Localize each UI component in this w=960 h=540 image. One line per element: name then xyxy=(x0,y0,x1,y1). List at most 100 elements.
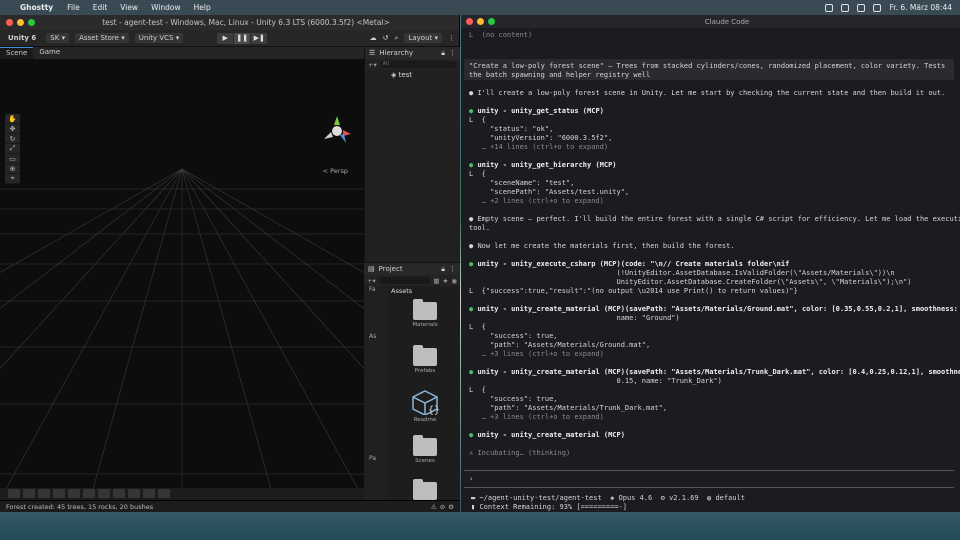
project-tree-item[interactable] xyxy=(364,417,388,426)
overlay-tool-icon[interactable] xyxy=(158,489,170,498)
project-tree-item[interactable] xyxy=(364,446,388,455)
wifi-icon[interactable] xyxy=(857,3,866,12)
project-tree-item[interactable] xyxy=(364,380,388,389)
project-tree-item[interactable] xyxy=(364,436,388,445)
lock-icon[interactable]: 🔒︎ xyxy=(441,49,445,58)
tab-scene[interactable]: Scene xyxy=(0,47,34,59)
menu-file[interactable]: File xyxy=(67,3,80,12)
prompt-input[interactable]: › xyxy=(469,475,473,484)
cloud-icon[interactable]: ☁ xyxy=(370,34,377,42)
menu-view[interactable]: View xyxy=(120,3,138,12)
project-tree-item[interactable]: Pa xyxy=(364,455,388,464)
asset-folder[interactable] xyxy=(408,479,442,502)
status-icon[interactable] xyxy=(841,3,850,12)
project-tree-item[interactable] xyxy=(364,295,388,304)
project-tree-item[interactable]: As xyxy=(364,333,388,342)
project-tree-item[interactable] xyxy=(364,371,388,380)
zoom-window-button[interactable] xyxy=(28,19,35,26)
star-icon[interactable]: ★ xyxy=(443,277,449,285)
hierarchy-search-input[interactable]: All xyxy=(379,61,457,68)
status-icon[interactable] xyxy=(825,3,834,12)
minimize-window-button[interactable] xyxy=(477,18,484,25)
asset-readme[interactable]: {} Readme xyxy=(408,389,442,423)
more-icon[interactable]: ⋮ xyxy=(449,265,456,273)
project-tree-item[interactable] xyxy=(364,389,388,398)
project-tree-item[interactable] xyxy=(364,324,388,333)
filter-icon[interactable]: ▦ xyxy=(433,277,439,285)
project-tree-item[interactable] xyxy=(364,342,388,351)
orientation-gizmo-icon[interactable] xyxy=(320,114,354,148)
eye-icon[interactable]: ◉ xyxy=(451,277,457,285)
rect-tool-icon[interactable]: ▭ xyxy=(5,154,20,164)
overlay-tool-icon[interactable] xyxy=(23,489,35,498)
play-button[interactable]: ▶ xyxy=(217,32,234,44)
expand-hint[interactable]: … +3 lines (ctrl+o to expand) xyxy=(469,350,604,359)
perspective-label[interactable]: < Persp xyxy=(323,167,348,175)
layout-dropdown[interactable]: Layout ▾ xyxy=(404,33,442,43)
transform-tool-icon[interactable]: ⊕ xyxy=(5,164,20,174)
asset-materials-folder[interactable]: Materials xyxy=(408,299,442,328)
menu-edit[interactable]: Edit xyxy=(93,3,108,12)
close-window-button[interactable] xyxy=(466,18,473,25)
project-tree-item[interactable] xyxy=(364,314,388,323)
rotate-tool-icon[interactable]: ↻ xyxy=(5,134,20,144)
hierarchy-item-scene[interactable]: ◈ test xyxy=(365,70,460,79)
more-icon[interactable]: ⋮ xyxy=(449,49,456,57)
overlay-tool-icon[interactable] xyxy=(38,489,50,498)
history-icon[interactable]: ↺ xyxy=(383,34,389,42)
hierarchy-title[interactable]: Hierarchy xyxy=(379,49,413,57)
vcs-dropdown[interactable]: Unity VCS ▾ xyxy=(134,33,184,43)
search-icon[interactable]: ⌕ xyxy=(395,34,399,43)
project-title[interactable]: Project xyxy=(379,265,403,273)
control-center-icon[interactable] xyxy=(873,3,882,12)
menubar-app-name[interactable]: Ghostty xyxy=(20,3,53,12)
overlay-tool-icon[interactable] xyxy=(68,489,80,498)
overlay-tool-icon[interactable] xyxy=(113,489,125,498)
project-search-input[interactable] xyxy=(378,277,431,284)
unity-version-button[interactable]: Unity 6 xyxy=(4,33,40,43)
overlay-tool-icon[interactable] xyxy=(83,489,95,498)
move-tool-icon[interactable]: ✥ xyxy=(5,124,20,134)
tab-game[interactable]: Game xyxy=(33,47,66,59)
overlay-tool-icon[interactable] xyxy=(98,489,110,498)
account-dropdown[interactable]: SK ▾ xyxy=(46,33,70,43)
minimize-window-button[interactable] xyxy=(17,19,24,26)
project-tree-item[interactable] xyxy=(364,399,388,408)
project-tree-item[interactable] xyxy=(364,361,388,370)
add-icon[interactable]: +▾ xyxy=(368,61,377,69)
project-tree-item[interactable] xyxy=(364,352,388,361)
project-tree-item[interactable]: Fa xyxy=(364,286,388,295)
zoom-window-button[interactable] xyxy=(488,18,495,25)
step-button[interactable]: ▶❚ xyxy=(251,32,268,44)
close-window-button[interactable] xyxy=(6,19,13,26)
lock-icon[interactable]: 🔒︎ xyxy=(441,265,445,274)
error-icon[interactable]: ⊘ xyxy=(440,503,445,511)
warning-icon[interactable]: ⚠ xyxy=(431,503,437,511)
more-icon[interactable]: ⋮ xyxy=(448,34,455,42)
expand-hint[interactable]: … +14 lines (ctrl+o to expand) xyxy=(469,143,608,152)
terminal-output[interactable]: L (no content) "Create a low-poly forest… xyxy=(461,28,960,512)
project-tree-item[interactable] xyxy=(364,305,388,314)
asset-store-dropdown[interactable]: Asset Store ▾ xyxy=(75,33,129,43)
expand-hint[interactable]: … +3 lines (ctrl+o to expand) xyxy=(469,413,604,422)
menu-help[interactable]: Help xyxy=(194,3,211,12)
scene-viewport[interactable]: ✋ ✥ ↻ ⤢ ▭ ⊕ ⌖ < Persp xyxy=(0,59,364,500)
add-icon[interactable]: +▾ xyxy=(367,277,376,285)
project-tree-item[interactable] xyxy=(364,427,388,436)
expand-hint[interactable]: … +2 lines (ctrl+o to expand) xyxy=(469,197,604,206)
asset-scenes-folder[interactable]: Scenes xyxy=(408,435,442,464)
overlay-tool-icon[interactable] xyxy=(143,489,155,498)
project-breadcrumb[interactable]: Assets xyxy=(388,286,460,295)
overlay-tool-icon[interactable] xyxy=(128,489,140,498)
overlay-tool-icon[interactable] xyxy=(53,489,65,498)
pause-button[interactable]: ❚❚ xyxy=(234,32,251,44)
project-tree-item[interactable] xyxy=(364,408,388,417)
scale-tool-icon[interactable]: ⤢ xyxy=(5,144,20,154)
custom-tool-icon[interactable]: ⌖ xyxy=(5,174,20,184)
hand-tool-icon[interactable]: ✋ xyxy=(5,114,20,124)
asset-prefabs-folder[interactable]: Prefabs xyxy=(408,345,442,374)
settings-icon[interactable]: ⚙ xyxy=(448,503,454,511)
overlay-tool-icon[interactable] xyxy=(8,489,20,498)
menu-window[interactable]: Window xyxy=(151,3,181,12)
menubar-clock[interactable]: Fr. 6. März 08:44 xyxy=(889,3,952,12)
